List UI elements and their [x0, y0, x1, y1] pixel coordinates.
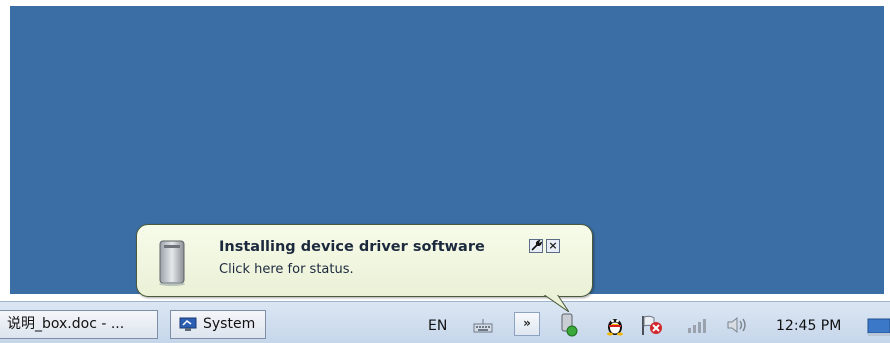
notification-status-link[interactable]: Click here for status.: [219, 262, 354, 277]
taskbar-button-label: 说明_box.doc - ...: [7, 316, 125, 332]
notification-title: Installing device driver software: [219, 239, 485, 255]
taskbar-button-document[interactable]: 说明_box.doc - ...: [0, 310, 158, 339]
notification-balloon[interactable]: Installing device driver software Click …: [136, 224, 593, 297]
notification-close-button[interactable]: ×: [546, 239, 560, 253]
qq-penguin-icon[interactable]: [604, 314, 626, 336]
taskbar-button-system[interactable]: System: [170, 310, 266, 339]
volume-icon[interactable]: [726, 315, 750, 335]
language-indicator[interactable]: EN: [428, 318, 447, 334]
system-monitor-icon: [179, 317, 197, 331]
device-install-icon[interactable]: [556, 312, 582, 338]
balloon-tail: [543, 294, 569, 312]
show-hidden-icons-button[interactable]: »: [514, 312, 540, 336]
action-center-flag-icon[interactable]: [640, 314, 664, 336]
keyboard-icon[interactable]: [472, 318, 494, 334]
taskbar-button-label: System: [203, 316, 256, 332]
drive-device-icon: [159, 240, 185, 286]
network-signal-icon[interactable]: [686, 316, 712, 334]
notification-options-button[interactable]: [529, 239, 543, 253]
show-desktop-icon[interactable]: [866, 316, 890, 338]
clock[interactable]: 12:45 PM: [776, 318, 841, 334]
wrench-icon: [531, 240, 542, 251]
screen: Installing device driver software Click …: [0, 0, 890, 343]
taskbar: 说明_box.doc - ... System EN » 12:45 PM: [0, 301, 890, 343]
